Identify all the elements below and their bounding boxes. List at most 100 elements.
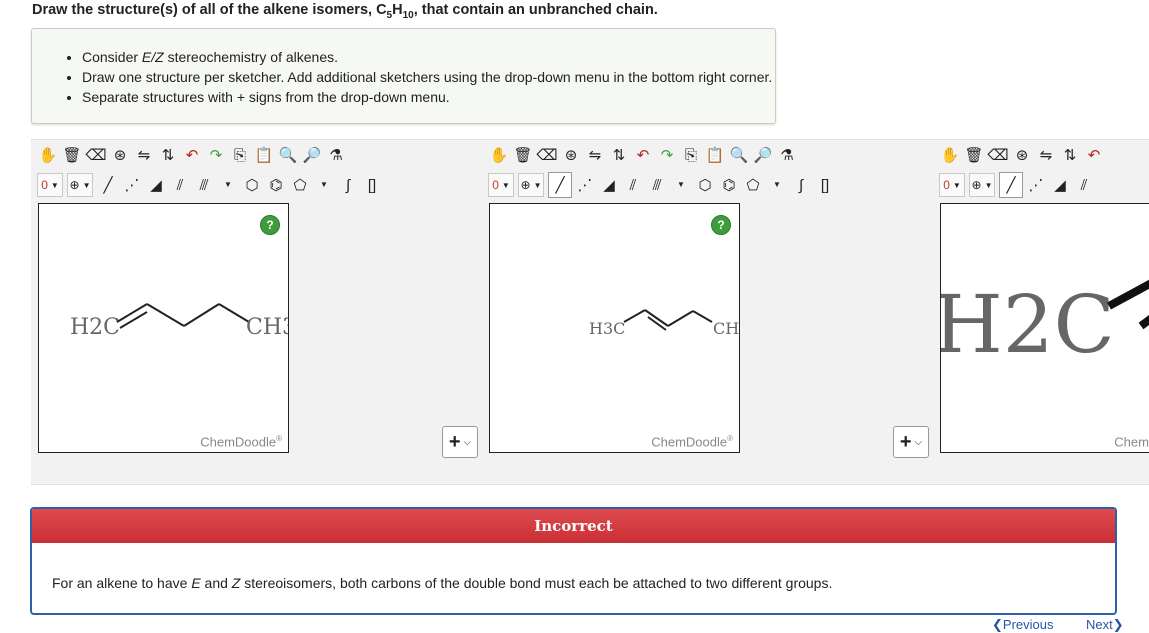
bracket-charge-icon[interactable]: [] [361,173,383,197]
center-icon[interactable]: ⊛ [1011,143,1033,167]
hashed-bond-icon[interactable]: ⋰ [121,173,143,197]
instruction-item: Separate structures with + signs from th… [82,87,772,107]
bond-line [667,310,694,327]
toolbar-bottom: 0 ▼ ⊕ ▼ ╱ ⋰ ◢ ⫽ ⫻ ▼ ⬡ ⌬ ⬠ ▼ ∫ [] [488,170,838,200]
atom-label-h3c: H3C [589,319,625,338]
double-bond-icon[interactable]: ⫽ [622,173,644,197]
hashed-bond-icon[interactable]: ⋰ [1025,173,1047,197]
ring-dropdown-icon[interactable]: ▼ [766,173,788,197]
flip-horizontal-icon[interactable]: ⇋ [1035,143,1057,167]
center-icon[interactable]: ⊛ [560,143,582,167]
molecule-drawing: H2C CH3 [70,303,289,340]
bond-line [1138,315,1149,330]
plus-separator-dropdown[interactable]: + ⌵ [893,426,929,458]
redo-icon[interactable]: ↷ [656,143,678,167]
copy-icon[interactable]: ⎘ [229,143,251,167]
undo-icon[interactable]: ↶ [181,143,203,167]
plus-separator-dropdown[interactable]: + ⌵ [442,426,478,458]
sketcher-canvas[interactable]: H2C ChemDoodle® [940,203,1149,453]
molecule-drawing: H2C [941,278,1149,371]
redo-icon[interactable]: ↷ [205,143,227,167]
charge-dropdown[interactable]: 0 ▼ [37,173,63,197]
instruction-item: Consider E/Z stereochemistry of alkenes. [82,47,772,67]
flip-vertical-icon[interactable]: ⇅ [1059,143,1081,167]
atom-dropdown[interactable]: ⊕ ▼ [518,173,544,197]
cyclopentane-icon[interactable]: ⬠ [289,173,311,197]
clear-icon[interactable]: 🗑 [512,143,534,167]
benzene-icon[interactable]: ⌬ [718,173,740,197]
atom-label-ch3: CH3 [713,319,740,338]
benzene-icon[interactable]: ⌬ [265,173,287,197]
molecule-drawing: H3C CH3 [589,309,740,338]
bracket-charge-icon[interactable]: [] [814,173,836,197]
eraser-icon[interactable]: ⌫ [536,143,558,167]
atom-label-h2c: H2C [70,315,120,340]
copy-icon[interactable]: ⎘ [680,143,702,167]
feedback-panel: Incorrect For an alkene to have E and Z … [30,507,1117,615]
sketcher-canvas[interactable]: ? H2C CH3 ChemDoodle® [38,203,289,453]
flip-horizontal-icon[interactable]: ⇋ [133,143,155,167]
bond-dropdown-icon[interactable]: ▼ [670,173,692,197]
wedge-bond-icon[interactable]: ◢ [1049,173,1071,197]
bond-dropdown-icon[interactable]: ▼ [217,173,239,197]
triple-bond-icon[interactable]: ⫻ [646,173,668,197]
paste-icon[interactable]: 📋 [704,143,726,167]
double-bond-icon[interactable]: ⫽ [169,173,191,197]
wedge-bond-icon[interactable]: ◢ [598,173,620,197]
toolbar-top: ✋ 🗑 ⌫ ⊛ ⇋ ⇅ ↶ [939,140,1107,170]
bond-line [692,310,713,323]
repeat-unit-icon[interactable]: ∫ [790,173,812,197]
eraser-icon[interactable]: ⌫ [85,143,107,167]
hashed-bond-icon[interactable]: ⋰ [574,173,596,197]
toolbar-top: ✋ 🗑 ⌫ ⊛ ⇋ ⇅ ↶ ↷ ⎘ 📋 🔍 🔎 ⚗ [488,140,800,170]
charge-dropdown[interactable]: 0 ▼ [939,173,965,197]
zoom-in-icon[interactable]: 🔍 [728,143,750,167]
repeat-unit-icon[interactable]: ∫ [337,173,359,197]
cyclohexane-icon[interactable]: ⬡ [694,173,716,197]
bond-line [1107,279,1149,310]
feedback-status: Incorrect [32,509,1115,543]
clear-icon[interactable]: 🗑 [963,143,985,167]
atom-label-h2c: H2C [941,278,1115,371]
undo-icon[interactable]: ↶ [632,143,654,167]
atom-label-ch3: CH3 [246,315,289,340]
sketcher-canvas[interactable]: ? H3C CH3 ChemDoodle® [489,203,740,453]
clean-icon[interactable]: ⚗ [325,143,347,167]
triple-bond-icon[interactable]: ⫻ [193,173,215,197]
pan-hand-icon[interactable]: ✋ [37,143,59,167]
eraser-icon[interactable]: ⌫ [987,143,1009,167]
pan-hand-icon[interactable]: ✋ [939,143,961,167]
next-link[interactable]: Next❯ [1086,617,1124,633]
single-bond-icon[interactable]: ╱ [548,172,572,198]
undo-icon[interactable]: ↶ [1083,143,1105,167]
chemdoodle-brand: ChemDoodle® [651,433,733,449]
atom-dropdown[interactable]: ⊕ ▼ [969,173,995,197]
instruction-item: Draw one structure per sketcher. Add add… [82,67,772,87]
clear-icon[interactable]: 🗑 [61,143,83,167]
zoom-out-icon[interactable]: 🔎 [752,143,774,167]
clean-icon[interactable]: ⚗ [776,143,798,167]
instructions-box: Consider E/Z stereochemistry of alkenes.… [31,28,776,124]
previous-link[interactable]: ❮Previous [992,617,1053,633]
flip-horizontal-icon[interactable]: ⇋ [584,143,606,167]
double-bond-icon[interactable]: ⫽ [1073,173,1095,197]
flip-vertical-icon[interactable]: ⇅ [608,143,630,167]
ring-dropdown-icon[interactable]: ▼ [313,173,335,197]
single-bond-icon[interactable]: ╱ [97,173,119,197]
zoom-out-icon[interactable]: 🔎 [301,143,323,167]
zoom-in-icon[interactable]: 🔍 [277,143,299,167]
wedge-bond-icon[interactable]: ◢ [145,173,167,197]
cyclopentane-icon[interactable]: ⬠ [742,173,764,197]
pan-hand-icon[interactable]: ✋ [488,143,510,167]
cyclohexane-icon[interactable]: ⬡ [241,173,263,197]
bond-line [146,303,185,327]
flip-vertical-icon[interactable]: ⇅ [157,143,179,167]
atom-dropdown[interactable]: ⊕ ▼ [67,173,93,197]
toolbar-bottom: 0 ▼ ⊕ ▼ ╱ ⋰ ◢ ⫽ ⫻ ▼ ⬡ ⌬ ⬠ ▼ ∫ [] [37,170,385,200]
paste-icon[interactable]: 📋 [253,143,275,167]
bond-line [623,309,646,323]
charge-dropdown[interactable]: 0 ▼ [488,173,514,197]
single-bond-icon[interactable]: ╱ [999,172,1023,198]
center-icon[interactable]: ⊛ [109,143,131,167]
chemdoodle-brand: ChemDoodle® [1114,434,1149,449]
